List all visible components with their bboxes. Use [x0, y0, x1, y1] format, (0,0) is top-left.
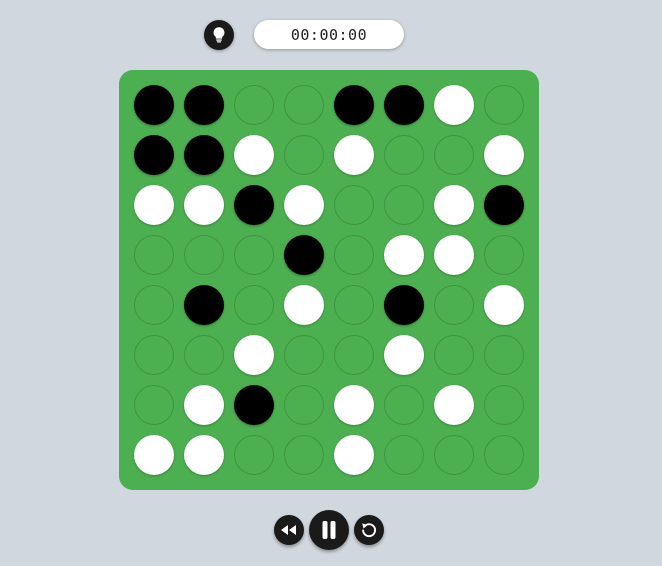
white-disc[interactable]: [184, 385, 224, 425]
white-disc[interactable]: [334, 435, 374, 475]
white-disc[interactable]: [234, 135, 274, 175]
timer-display: 00:00:00: [254, 20, 404, 49]
empty-cell[interactable]: [334, 235, 374, 275]
lightbulb-icon: [211, 26, 227, 44]
restart-button[interactable]: [354, 515, 384, 545]
empty-cell[interactable]: [184, 335, 224, 375]
empty-cell[interactable]: [284, 335, 324, 375]
empty-cell[interactable]: [334, 335, 374, 375]
white-disc[interactable]: [184, 185, 224, 225]
empty-cell[interactable]: [234, 435, 274, 475]
pause-button[interactable]: [309, 510, 349, 550]
black-disc[interactable]: [234, 185, 274, 225]
white-disc[interactable]: [334, 385, 374, 425]
black-disc[interactable]: [134, 85, 174, 125]
empty-cell[interactable]: [134, 235, 174, 275]
white-disc[interactable]: [434, 85, 474, 125]
white-disc[interactable]: [384, 335, 424, 375]
empty-cell[interactable]: [284, 85, 324, 125]
rewind-icon: [280, 524, 298, 536]
empty-cell[interactable]: [284, 385, 324, 425]
white-disc[interactable]: [184, 435, 224, 475]
black-disc[interactable]: [284, 235, 324, 275]
empty-cell[interactable]: [484, 235, 524, 275]
pause-icon: [321, 520, 337, 540]
white-disc[interactable]: [334, 135, 374, 175]
white-disc[interactable]: [434, 235, 474, 275]
black-disc[interactable]: [184, 135, 224, 175]
black-disc[interactable]: [134, 135, 174, 175]
empty-cell[interactable]: [384, 385, 424, 425]
empty-cell[interactable]: [384, 435, 424, 475]
white-disc[interactable]: [284, 185, 324, 225]
white-disc[interactable]: [434, 385, 474, 425]
black-disc[interactable]: [334, 85, 374, 125]
white-disc[interactable]: [484, 285, 524, 325]
empty-cell[interactable]: [234, 235, 274, 275]
hint-button[interactable]: [204, 20, 234, 50]
empty-cell[interactable]: [484, 435, 524, 475]
black-disc[interactable]: [384, 85, 424, 125]
empty-cell[interactable]: [234, 285, 274, 325]
white-disc[interactable]: [134, 185, 174, 225]
empty-cell[interactable]: [334, 285, 374, 325]
empty-cell[interactable]: [134, 385, 174, 425]
empty-cell[interactable]: [284, 135, 324, 175]
rewind-button[interactable]: [274, 515, 304, 545]
white-disc[interactable]: [284, 285, 324, 325]
empty-cell[interactable]: [484, 335, 524, 375]
empty-cell[interactable]: [484, 85, 524, 125]
black-disc[interactable]: [184, 285, 224, 325]
empty-cell[interactable]: [434, 285, 474, 325]
empty-cell[interactable]: [434, 435, 474, 475]
empty-cell[interactable]: [434, 335, 474, 375]
white-disc[interactable]: [384, 235, 424, 275]
white-disc[interactable]: [134, 435, 174, 475]
white-disc[interactable]: [484, 135, 524, 175]
empty-cell[interactable]: [484, 385, 524, 425]
black-disc[interactable]: [384, 285, 424, 325]
empty-cell[interactable]: [134, 335, 174, 375]
white-disc[interactable]: [434, 185, 474, 225]
empty-cell[interactable]: [434, 135, 474, 175]
empty-cell[interactable]: [234, 85, 274, 125]
empty-cell[interactable]: [384, 185, 424, 225]
restart-icon: [360, 521, 378, 539]
empty-cell[interactable]: [134, 285, 174, 325]
game-board: [119, 70, 539, 490]
empty-cell[interactable]: [384, 135, 424, 175]
black-disc[interactable]: [184, 85, 224, 125]
black-disc[interactable]: [234, 385, 274, 425]
empty-cell[interactable]: [284, 435, 324, 475]
empty-cell[interactable]: [184, 235, 224, 275]
white-disc[interactable]: [234, 335, 274, 375]
black-disc[interactable]: [484, 185, 524, 225]
empty-cell[interactable]: [334, 185, 374, 225]
